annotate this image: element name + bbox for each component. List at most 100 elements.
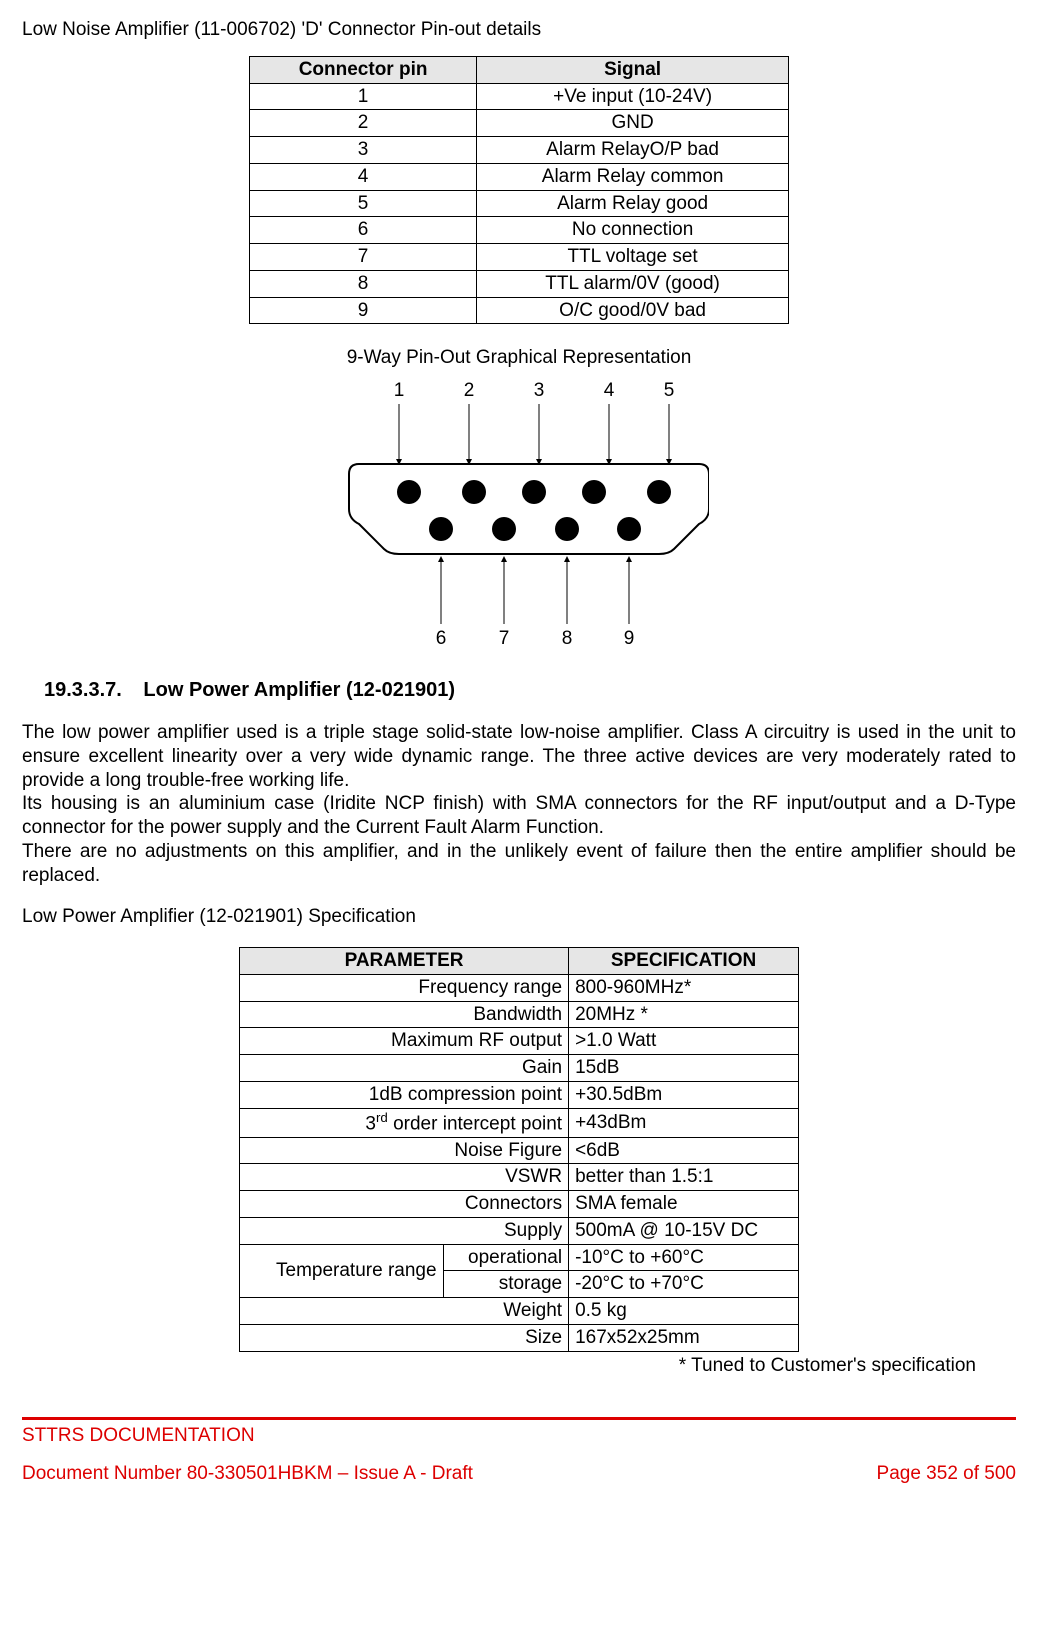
pin-signal: TTL alarm/0V (good) (477, 270, 789, 297)
pinout-table: Connector pin Signal 1+Ve input (10-24V)… (249, 56, 789, 325)
pin-number: 9 (250, 297, 477, 324)
spec-value: SMA female (569, 1191, 799, 1218)
spec-value: 800-960MHz* (569, 974, 799, 1001)
table-row: 2GND (250, 110, 789, 137)
table-row: PARAMETER SPECIFICATION (240, 948, 799, 975)
table-row: 3rd order intercept point+43dBm (240, 1108, 799, 1137)
pin-number: 5 (250, 190, 477, 217)
footer-org: STTRS DOCUMENTATION (22, 1424, 1016, 1448)
svg-text:7: 7 (499, 628, 510, 649)
bottom-pin-labels: 6 7 8 9 (436, 628, 635, 649)
diagram-caption: 9-Way Pin-Out Graphical Representation (22, 346, 1016, 370)
table-row: 1+Ve input (10-24V) (250, 83, 789, 110)
table-row: 7TTL voltage set (250, 244, 789, 271)
pin-signal: GND (477, 110, 789, 137)
spec-param: Supply (240, 1217, 569, 1244)
spec-param-group: Temperature range (240, 1244, 444, 1298)
table-row: Gain15dB (240, 1055, 799, 1082)
table-row: 5Alarm Relay good (250, 190, 789, 217)
svg-text:1: 1 (394, 380, 405, 401)
spec-value: +43dBm (569, 1108, 799, 1137)
spec-param: Frequency range (240, 974, 569, 1001)
svg-text:3: 3 (534, 380, 545, 401)
spec-param: 1dB compression point (240, 1081, 569, 1108)
pin-number: 8 (250, 270, 477, 297)
spec-table: PARAMETER SPECIFICATION Frequency range8… (239, 947, 799, 1352)
spec-value: better than 1.5:1 (569, 1164, 799, 1191)
table-row: 9O/C good/0V bad (250, 297, 789, 324)
svg-text:6: 6 (436, 628, 447, 649)
table-row: 1dB compression point+30.5dBm (240, 1081, 799, 1108)
pin-number: 6 (250, 217, 477, 244)
col-header-pin: Connector pin (250, 56, 477, 83)
pin-number: 4 (250, 163, 477, 190)
spec-param: Noise Figure (240, 1137, 569, 1164)
section-heading: 19.3.3.7. Low Power Amplifier (12-021901… (44, 678, 1016, 703)
spec-value: 15dB (569, 1055, 799, 1082)
svg-text:9: 9 (624, 628, 635, 649)
spec-value: 20MHz * (569, 1001, 799, 1028)
table-row: Weight0.5 kg (240, 1298, 799, 1325)
pin-signal: Alarm Relay good (477, 190, 789, 217)
svg-text:5: 5 (664, 380, 675, 401)
spec-value: 167x52x25mm (569, 1324, 799, 1351)
table-row: 4Alarm Relay common (250, 163, 789, 190)
pin-number: 3 (250, 137, 477, 164)
table-row: ConnectorsSMA female (240, 1191, 799, 1218)
body-paragraph: The low power amplifier used is a triple… (22, 721, 1016, 792)
spec-param: Weight (240, 1298, 569, 1325)
pin-signal: O/C good/0V bad (477, 297, 789, 324)
pin-number: 1 (250, 83, 477, 110)
col-header-spec: SPECIFICATION (569, 948, 799, 975)
pinout-diagram-block: 9-Way Pin-Out Graphical Representation 1… (22, 346, 1016, 654)
spec-param: Connectors (240, 1191, 569, 1218)
body-paragraph: Its housing is an aluminium case (Iridit… (22, 792, 1016, 840)
footer-row: Document Number 80-330501HBKM – Issue A … (22, 1462, 1016, 1486)
spec-value: -10°C to +60°C (569, 1244, 799, 1271)
table-row: Frequency range800-960MHz* (240, 974, 799, 1001)
spec-param-sub: operational (443, 1244, 569, 1271)
spec-value: -20°C to +70°C (569, 1271, 799, 1298)
spec-param-sub: storage (443, 1271, 569, 1298)
table-row: Noise Figure<6dB (240, 1137, 799, 1164)
svg-text:2: 2 (464, 380, 475, 401)
spec-value: 0.5 kg (569, 1298, 799, 1325)
pin-signal: TTL voltage set (477, 244, 789, 271)
table-row: 3Alarm RelayO/P bad (250, 137, 789, 164)
footer-page: Page 352 of 500 (877, 1462, 1016, 1486)
spec-table-intro: Low Power Amplifier (12-021901) Specific… (22, 905, 1016, 929)
top-pin-labels: 1 2 3 4 5 (394, 380, 675, 401)
table-row: VSWRbetter than 1.5:1 (240, 1164, 799, 1191)
spec-value: +30.5dBm (569, 1081, 799, 1108)
table-row: Maximum RF output>1.0 Watt (240, 1028, 799, 1055)
table-row: Bandwidth20MHz * (240, 1001, 799, 1028)
spec-param: Bandwidth (240, 1001, 569, 1028)
svg-text:4: 4 (604, 380, 615, 401)
spec-param: 3rd order intercept point (240, 1108, 569, 1137)
table-row: Supply500mA @ 10-15V DC (240, 1217, 799, 1244)
tuned-note: * Tuned to Customer's specification (22, 1354, 976, 1378)
section-title: Low Power Amplifier (12-021901) (143, 679, 455, 701)
pin-signal: No connection (477, 217, 789, 244)
page-title: Low Noise Amplifier (11-006702) 'D' Conn… (22, 18, 1016, 42)
col-header-signal: Signal (477, 56, 789, 83)
d-connector-diagram: 1 2 3 4 5 (329, 374, 709, 654)
footer-separator (22, 1417, 1016, 1420)
table-row: 6No connection (250, 217, 789, 244)
pin-signal: Alarm Relay common (477, 163, 789, 190)
spec-value: >1.0 Watt (569, 1028, 799, 1055)
section-number: 19.3.3.7. (44, 679, 122, 701)
spec-value: <6dB (569, 1137, 799, 1164)
spec-param: Gain (240, 1055, 569, 1082)
spec-param: Size (240, 1324, 569, 1351)
pin-signal: Alarm RelayO/P bad (477, 137, 789, 164)
pin-number: 7 (250, 244, 477, 271)
spec-value: 500mA @ 10-15V DC (569, 1217, 799, 1244)
pin-number: 2 (250, 110, 477, 137)
spec-param: Maximum RF output (240, 1028, 569, 1055)
svg-text:8: 8 (562, 628, 573, 649)
table-row: Temperature rangeoperational-10°C to +60… (240, 1244, 799, 1271)
pin-signal: +Ve input (10-24V) (477, 83, 789, 110)
table-row: 8TTL alarm/0V (good) (250, 270, 789, 297)
table-row: Size167x52x25mm (240, 1324, 799, 1351)
